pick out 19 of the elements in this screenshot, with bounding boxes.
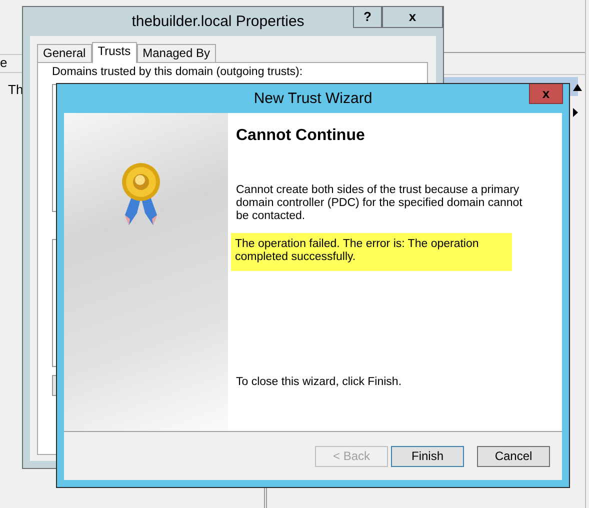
close-button[interactable]: x bbox=[382, 7, 443, 28]
expand-arrow-icon[interactable] bbox=[573, 108, 578, 117]
scroll-up-icon[interactable] bbox=[573, 84, 582, 91]
window-title: New Trust Wizard bbox=[252, 89, 374, 109]
tab[interactable]: General bbox=[37, 44, 92, 62]
tab[interactable]: Managed By bbox=[136, 44, 216, 62]
instruction-text: To close this wizard, click Finish. bbox=[236, 374, 403, 390]
tab[interactable]: Trusts bbox=[92, 42, 137, 63]
medal-icon bbox=[121, 163, 161, 227]
window-title: thebuilder.local Properties bbox=[130, 12, 306, 32]
section-label: Domains trusted by this domain (outgoing trusts): bbox=[52, 66, 304, 79]
close-button[interactable]: x bbox=[529, 84, 563, 104]
wizard-button[interactable]: Finish bbox=[391, 446, 464, 466]
message-text: Cannot create both sides of the trust because a primary domain controller (PDC) for the specified domain cannot be contacted. bbox=[236, 184, 524, 223]
wizard-button[interactable]: Cancel bbox=[477, 446, 550, 466]
column-header: e bbox=[0, 55, 8, 71]
help-button[interactable]: ? bbox=[353, 7, 382, 28]
error-message: The operation failed. The error is: The operation completed successfully. bbox=[231, 233, 512, 271]
heading: Cannot Continue bbox=[236, 126, 366, 146]
